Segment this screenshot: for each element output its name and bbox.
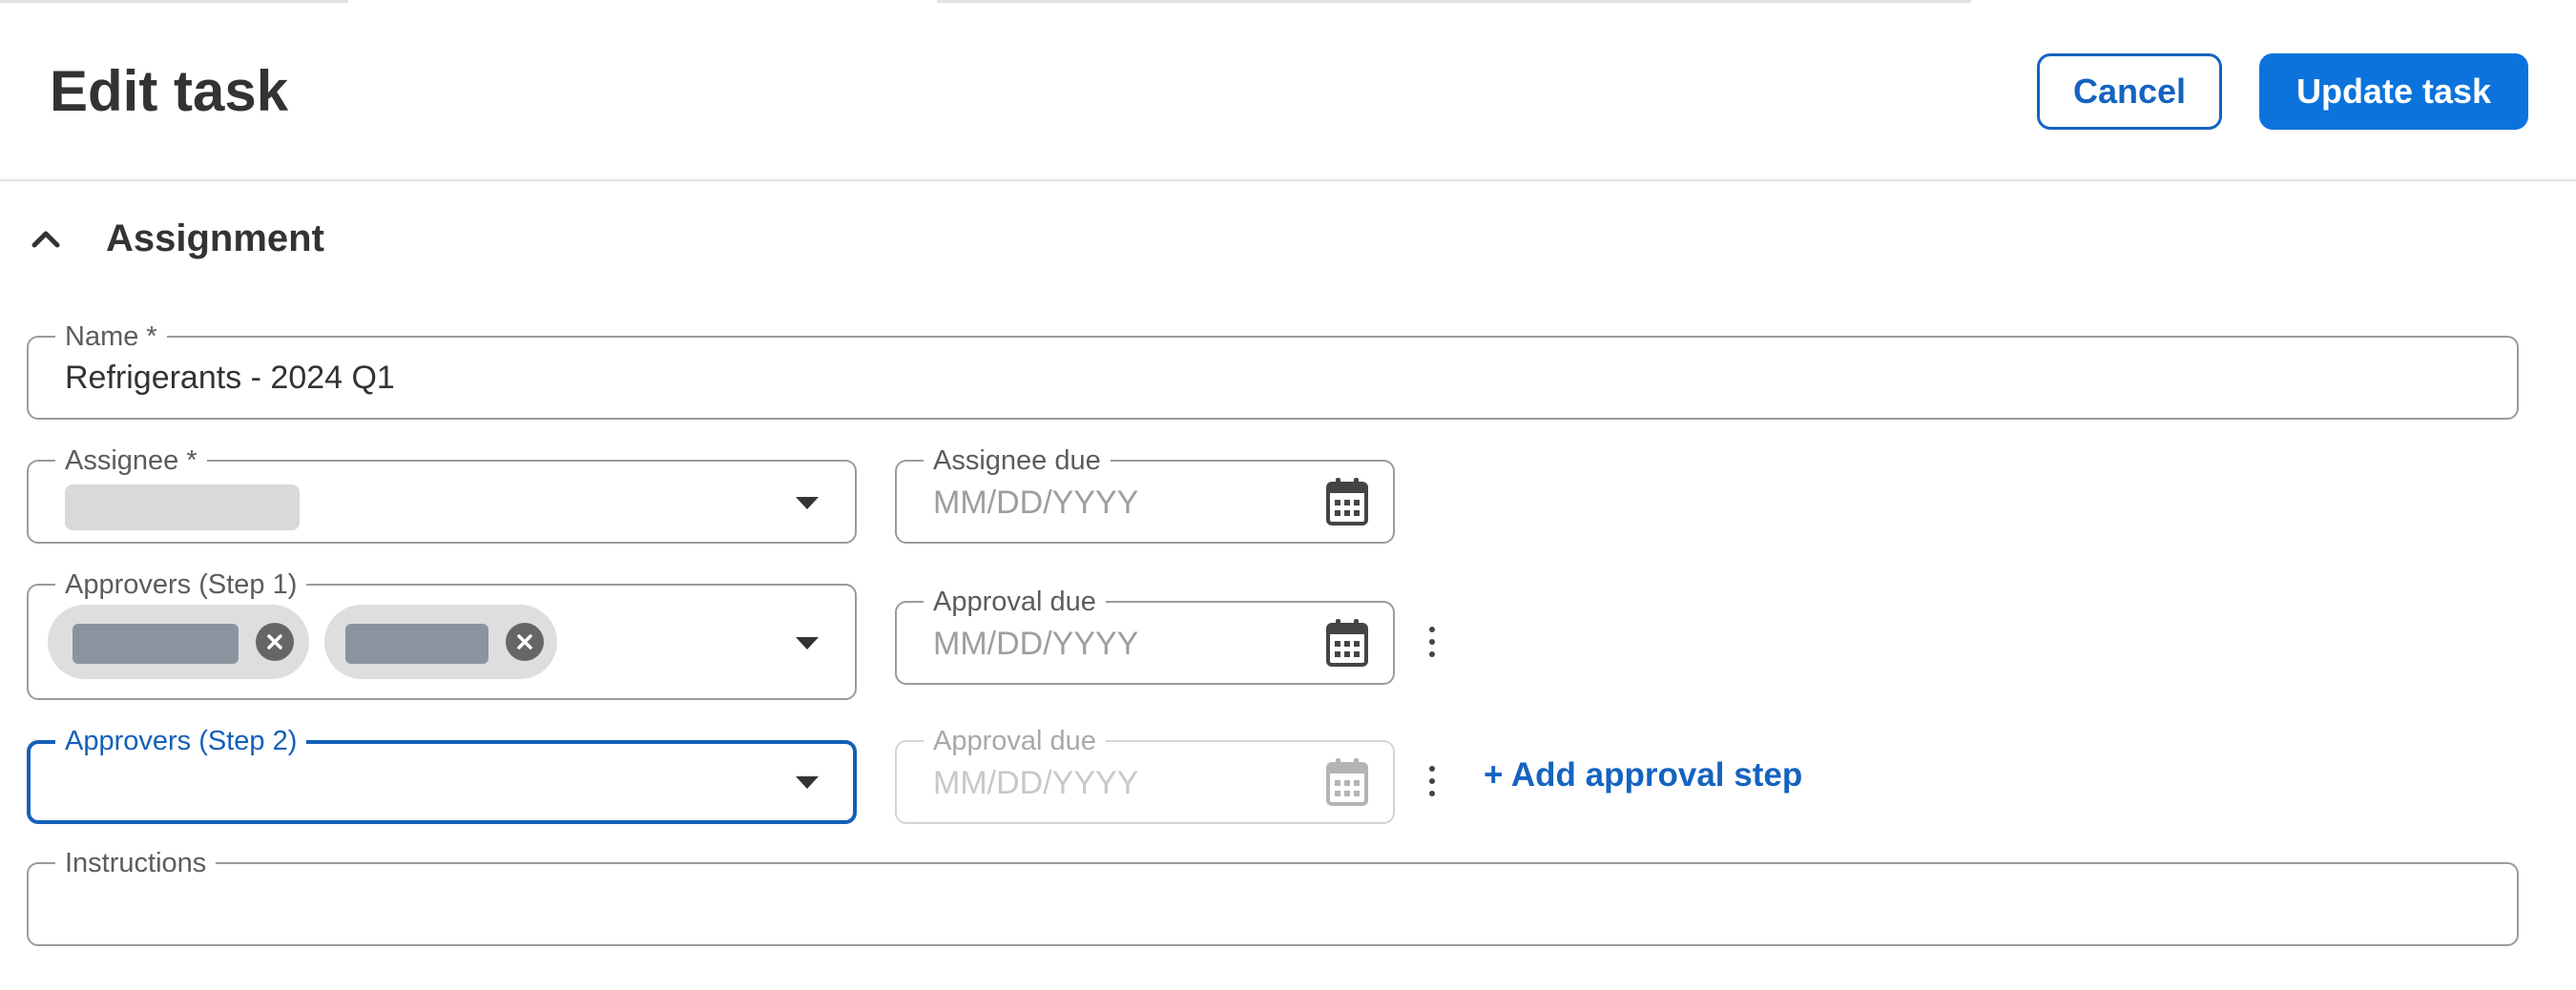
edit-task-page: Edit task Cancel Update task Assignment … xyxy=(0,0,2576,990)
page-header: Edit task Cancel Update task xyxy=(0,0,2576,181)
assignee-value-redacted xyxy=(65,485,300,530)
chip-name-redacted xyxy=(345,624,488,664)
page-title: Edit task xyxy=(50,59,289,123)
update-task-button[interactable]: Update task xyxy=(2259,53,2528,130)
close-circle-icon[interactable] xyxy=(256,623,294,661)
assignee-due-label: Assignee due xyxy=(924,444,1111,477)
assignment-section-toggle[interactable]: Assignment xyxy=(19,205,324,272)
kebab-menu-icon[interactable] xyxy=(1418,753,1446,810)
assignee-due-placeholder: MM/DD/YYYY xyxy=(933,485,1139,521)
approvers-step1-select[interactable]: Approvers (Step 1) xyxy=(27,568,857,700)
approval-due-placeholder: MM/DD/YYYY xyxy=(933,765,1139,801)
name-label: Name * xyxy=(55,320,167,353)
approver-chip[interactable] xyxy=(48,605,309,679)
cancel-button[interactable]: Cancel xyxy=(2037,53,2222,130)
caret-down-icon[interactable] xyxy=(796,637,819,650)
approvers-step2-select[interactable]: Approvers (Step 2) xyxy=(27,725,857,824)
assignee-due-field[interactable]: Assignee due MM/DD/YYYY xyxy=(895,444,1395,544)
section-title: Assignment xyxy=(106,217,324,259)
calendar-icon[interactable] xyxy=(1324,476,1370,527)
approval-due-placeholder: MM/DD/YYYY xyxy=(933,626,1139,662)
assignee-label: Assignee * xyxy=(55,444,207,477)
instructions-label: Instructions xyxy=(55,847,217,879)
approval-due-label: Approval due xyxy=(924,586,1106,618)
calendar-icon[interactable] xyxy=(1324,617,1370,669)
approval-due-label: Approval due xyxy=(924,725,1106,757)
approvers-step1-label: Approvers (Step 1) xyxy=(55,568,307,601)
approver-chip[interactable] xyxy=(324,605,557,679)
approval-due-step1-field[interactable]: Approval due MM/DD/YYYY xyxy=(895,586,1395,685)
chevron-up-icon xyxy=(19,212,73,265)
kebab-menu-icon[interactable] xyxy=(1418,613,1446,670)
add-approval-step-link[interactable]: + Add approval step xyxy=(1484,756,1802,794)
caret-down-icon[interactable] xyxy=(796,776,819,789)
name-value: Refrigerants - 2024 Q1 xyxy=(65,360,395,396)
chip-name-redacted xyxy=(73,624,239,664)
approval-due-step2-field[interactable]: Approval due MM/DD/YYYY xyxy=(895,725,1395,824)
calendar-icon[interactable] xyxy=(1324,756,1370,808)
approvers-step2-label: Approvers (Step 2) xyxy=(55,725,307,757)
assignee-select[interactable]: Assignee * xyxy=(27,444,857,544)
name-field[interactable]: Name * Refrigerants - 2024 Q1 xyxy=(27,320,2519,420)
caret-down-icon[interactable] xyxy=(796,497,819,509)
close-circle-icon[interactable] xyxy=(506,623,544,661)
instructions-field[interactable]: Instructions xyxy=(27,847,2519,946)
